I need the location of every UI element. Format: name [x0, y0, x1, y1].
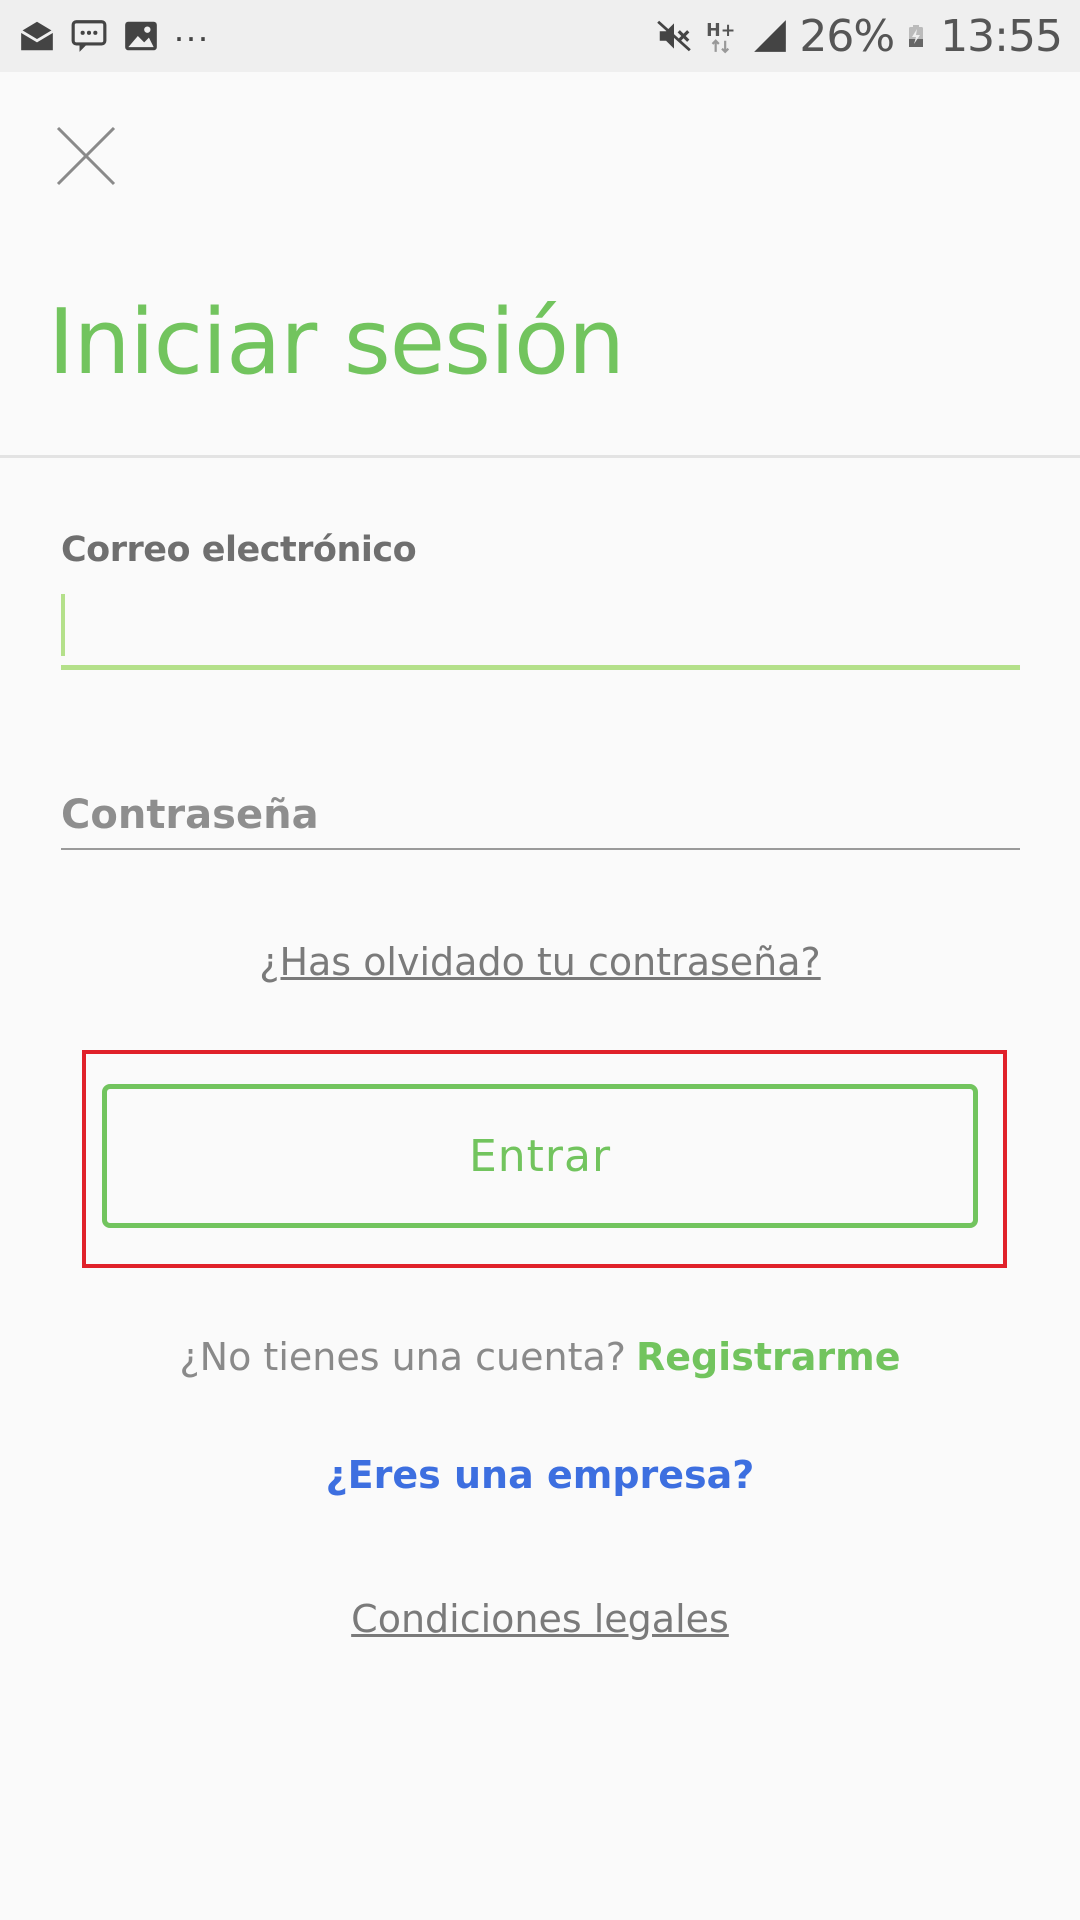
svg-text:H+: H+	[707, 21, 736, 41]
mail-icon	[20, 21, 54, 51]
close-icon[interactable]	[54, 124, 118, 188]
legal-conditions-link[interactable]: Condiciones legales	[0, 1597, 1080, 1641]
status-notifications: ...	[18, 8, 210, 55]
message-sync-icon	[71, 20, 107, 52]
page-title: Iniciar sesión	[48, 290, 625, 395]
gallery-icon	[125, 21, 157, 51]
battery-charging-icon	[909, 25, 924, 47]
email-label: Correo electrónico	[61, 530, 417, 570]
business-link[interactable]: ¿Eres una empresa?	[0, 1453, 1080, 1497]
signal-icon	[754, 20, 787, 52]
overflow-indicator: ...	[174, 8, 211, 49]
status-system: H+ 26% 13:55	[655, 10, 1063, 62]
forgot-password-link[interactable]: ¿Has olvidado tu contraseña?	[0, 940, 1080, 984]
signup-row: ¿No tienes una cuenta? Registrarme	[0, 1335, 1080, 1379]
no-account-text: ¿No tienes una cuenta?	[179, 1335, 626, 1379]
status-bar: ... H+ 26% 13:55	[0, 0, 1080, 72]
network-hplus-icon: H+	[707, 21, 736, 54]
password-field[interactable]	[61, 780, 1020, 850]
mute-icon	[657, 20, 692, 52]
email-field[interactable]	[61, 590, 1020, 670]
clock: 13:55	[940, 10, 1063, 62]
text-caret	[61, 594, 65, 656]
register-link[interactable]: Registrarme	[636, 1335, 901, 1379]
title-divider	[0, 455, 1080, 458]
battery-percentage: 26%	[799, 10, 895, 62]
login-button[interactable]: Entrar	[102, 1084, 978, 1228]
